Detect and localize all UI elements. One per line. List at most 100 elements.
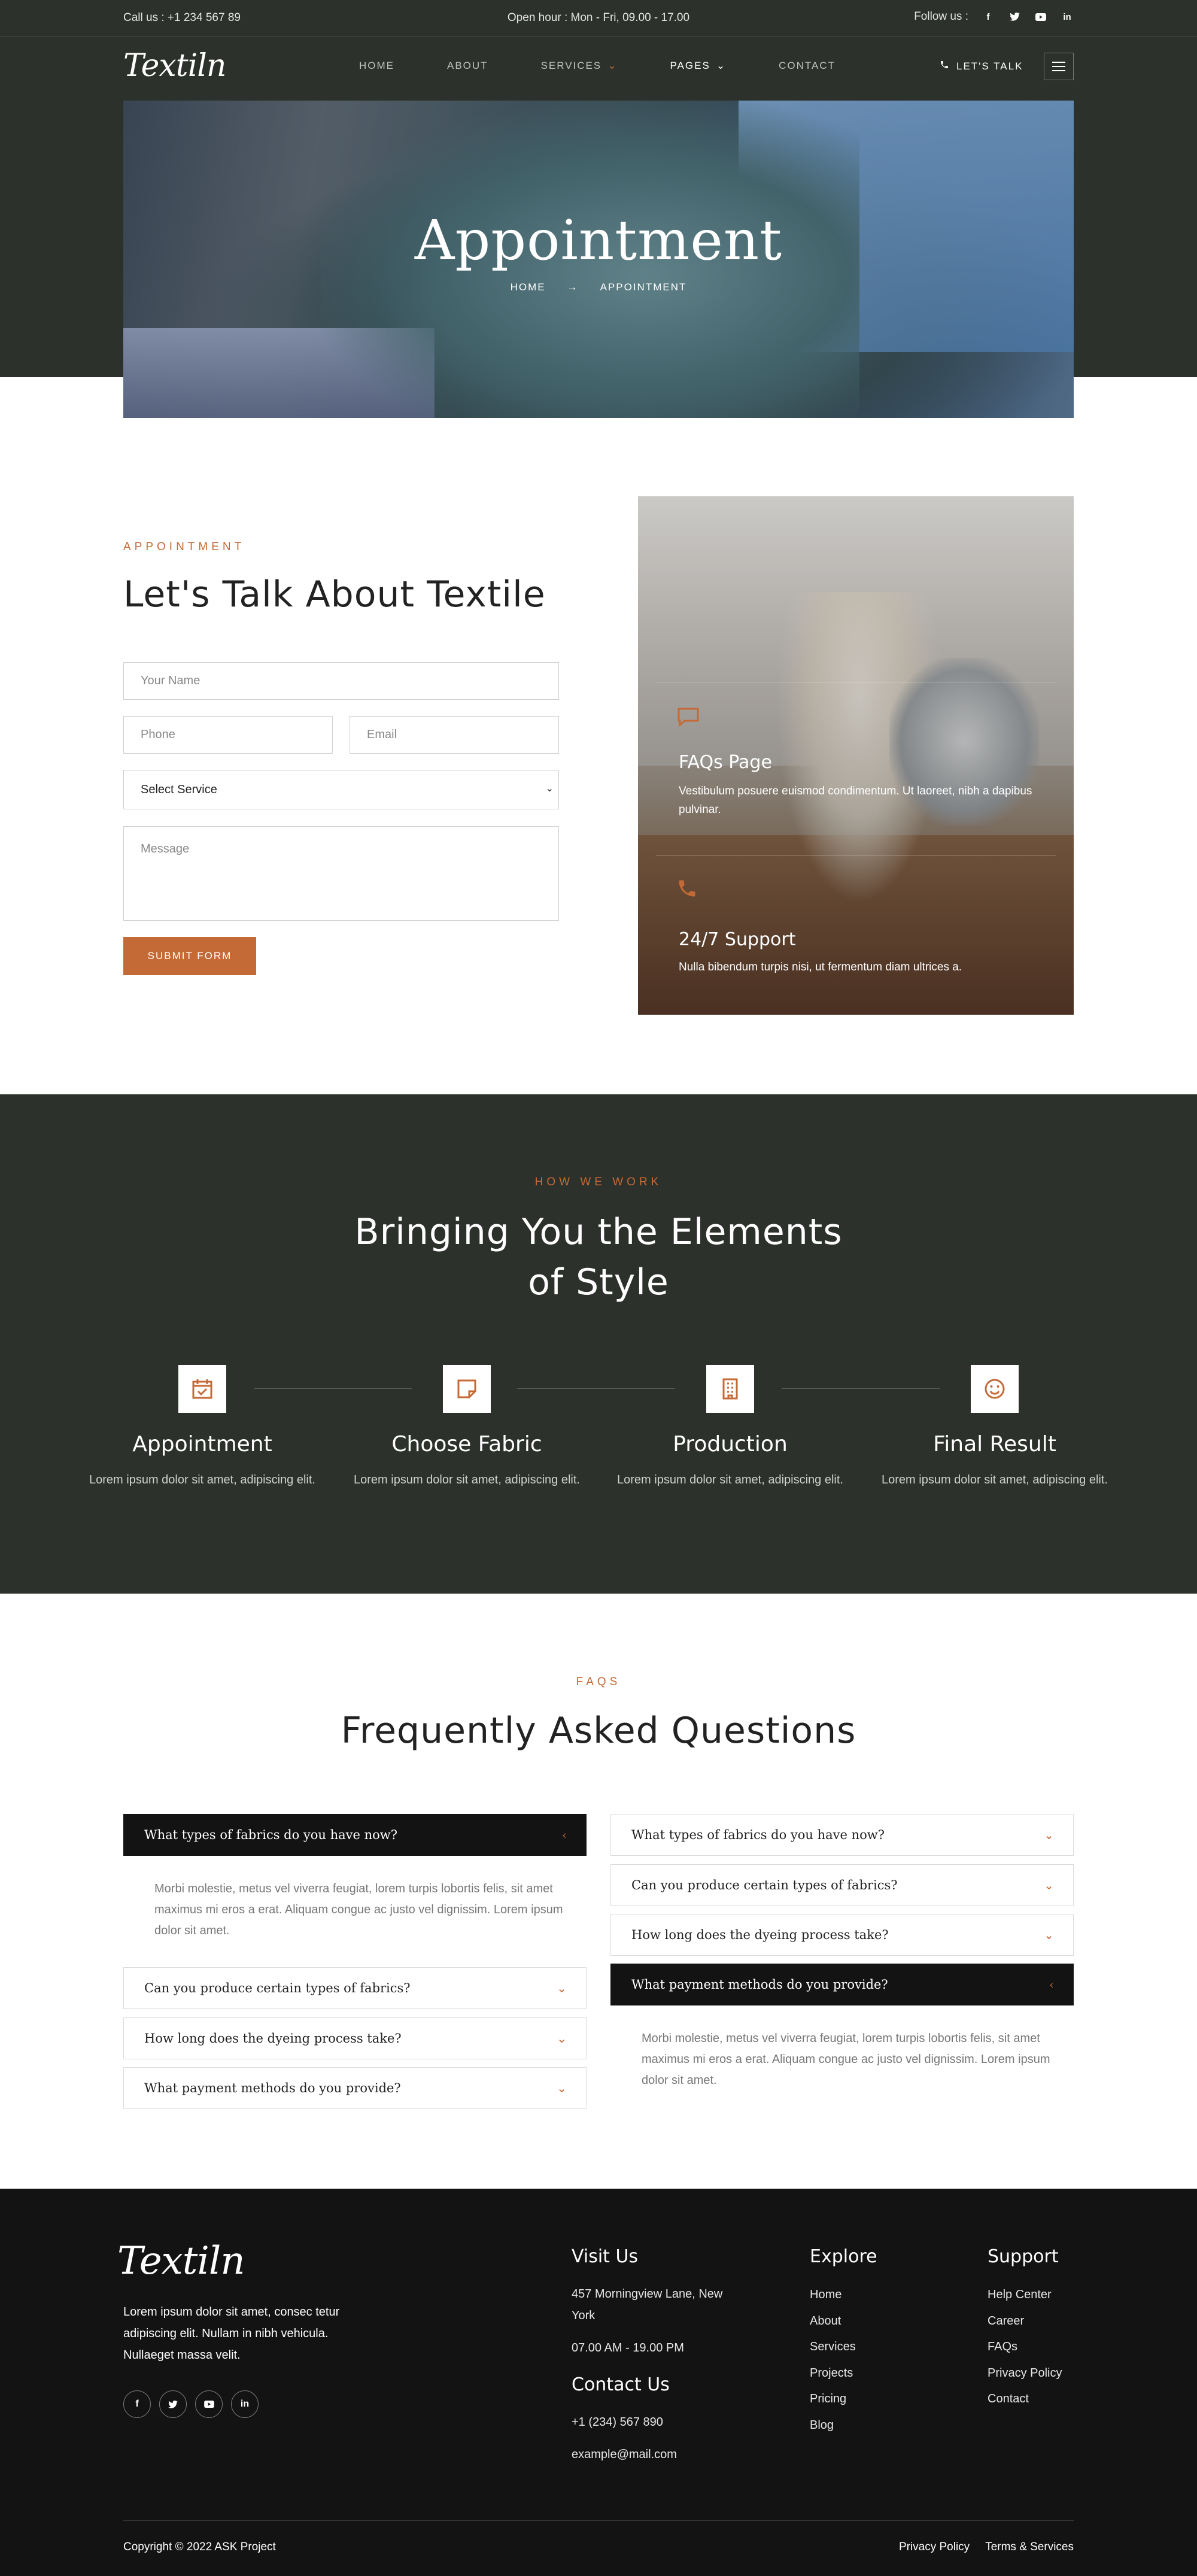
faq-right-question-1[interactable]: What types of fabrics do you have now? ⌄ <box>610 1814 1074 1856</box>
chevron-down-icon: ⌄ <box>1044 1828 1054 1842</box>
footer-social: f in <box>123 2390 259 2418</box>
step-final-result: Final Result Lorem ipsum dolor sit amet,… <box>863 1365 1126 1490</box>
copyright-text: Copyright © 2022 ASK Project <box>123 2541 276 2553</box>
how-kicker: HOW WE WORK <box>534 1176 663 1188</box>
step-choose-fabric: Choose Fabric Lorem ipsum dolor sit amet… <box>335 1365 598 1490</box>
step-text: Lorem ipsum dolor sit amet, adipiscing e… <box>617 1473 843 1486</box>
footer-link-career[interactable]: Career <box>988 2314 1024 2328</box>
faqs-page-title: FAQs Page <box>679 752 772 773</box>
youtube-icon[interactable] <box>1034 10 1047 23</box>
chevron-down-icon: ⌄ <box>607 60 618 71</box>
footer-link-services[interactable]: Services <box>810 2340 856 2354</box>
follow-us: Follow us : f in <box>914 10 1074 23</box>
step-text: Lorem ipsum dolor sit amet, adipiscing e… <box>89 1473 315 1486</box>
submit-form-button[interactable]: SUBMIT FORM <box>123 937 256 975</box>
terms-link[interactable]: Terms & Services <box>985 2541 1074 2554</box>
nav-home[interactable]: HOME <box>359 60 394 72</box>
youtube-icon[interactable] <box>195 2390 223 2418</box>
faq-right-question-4[interactable]: What payment methods do you provide? ‹ <box>610 1964 1074 2005</box>
building-icon <box>706 1365 754 1413</box>
nav-services[interactable]: SERVICES ⌄ <box>541 60 618 72</box>
arrow-right-icon: → <box>567 281 579 293</box>
facebook-icon[interactable]: f <box>123 2390 151 2418</box>
step-title: Final Result <box>933 1432 1056 1457</box>
message-icon <box>676 706 700 732</box>
nav-pages[interactable]: PAGES ⌄ <box>670 60 726 72</box>
phone-icon <box>940 60 949 72</box>
service-select[interactable]: Select Service ⌄ <box>123 770 559 809</box>
footer-link-about[interactable]: About <box>810 2314 841 2328</box>
step-title: Choose Fabric <box>391 1432 542 1457</box>
faqs-kicker: FAQS <box>576 1676 621 1688</box>
footer-description: Lorem ipsum dolor sit amet, consec tetur… <box>123 2305 340 2362</box>
nav-about[interactable]: ABOUT <box>447 60 488 72</box>
smile-icon <box>971 1365 1019 1413</box>
facebook-icon[interactable]: f <box>982 10 995 23</box>
chevron-left-icon: ‹ <box>562 1828 567 1842</box>
footer-link-home[interactable]: Home <box>810 2288 841 2302</box>
seamstress-photo: FAQs Page Vestibulum posuere euismod con… <box>638 496 1074 1015</box>
privacy-policy-link[interactable]: Privacy Policy <box>899 2541 970 2554</box>
faqs-page-text: Vestibulum posuere euismod condimentum. … <box>679 785 1032 816</box>
hamburger-menu-icon[interactable] <box>1044 53 1074 80</box>
footer-divider <box>123 2520 1074 2521</box>
support-title: 24/7 Support <box>679 929 796 950</box>
name-input[interactable]: Your Name <box>123 662 559 700</box>
footer-hours: 07.00 AM - 19.00 PM <box>572 2341 684 2354</box>
footer-logo[interactable]: Textiln <box>117 2239 245 2283</box>
explore-heading: Explore <box>810 2246 877 2267</box>
phone-icon <box>676 878 698 905</box>
support-card[interactable]: 24/7 Support Nulla bibendum turpis nisi,… <box>656 855 1056 997</box>
footer-link-privacy-policy[interactable]: Privacy Policy <box>988 2366 1062 2380</box>
footer-email[interactable]: example@mail.com <box>572 2444 677 2465</box>
step-title: Production <box>673 1432 788 1457</box>
footer-link-contact[interactable]: Contact <box>988 2392 1029 2406</box>
footer-link-pricing[interactable]: Pricing <box>810 2392 846 2406</box>
footer-link-help-center[interactable]: Help Center <box>988 2288 1052 2302</box>
faq-left-question-4[interactable]: What payment methods do you provide? ⌄ <box>123 2067 587 2109</box>
appointment-title: Let's Talk About Textile <box>123 574 546 615</box>
footer-link-faqs[interactable]: FAQs <box>988 2340 1017 2354</box>
twitter-icon[interactable] <box>1008 10 1021 23</box>
message-textarea[interactable]: Message <box>123 826 559 921</box>
faq-right-question-2[interactable]: Can you produce certain types of fabrics… <box>610 1864 1074 1906</box>
faq-right-question-3[interactable]: How long does the dyeing process take? ⌄ <box>610 1914 1074 1956</box>
step-title: Appointment <box>132 1432 272 1457</box>
contact-us-heading: Contact Us <box>572 2374 670 2395</box>
faqs-title: Frequently Asked Questions <box>341 1710 856 1752</box>
faq-left-answer: Morbi molestie, metus vel viverra feugia… <box>154 1882 563 1937</box>
step-text: Lorem ipsum dolor sit amet, adipiscing e… <box>354 1473 580 1486</box>
linkedin-icon[interactable]: in <box>1061 10 1074 23</box>
page-title: Appointment <box>414 208 783 272</box>
visit-us-heading: Visit Us <box>572 2246 639 2267</box>
faq-left-question-3[interactable]: How long does the dyeing process take? ⌄ <box>123 2017 587 2059</box>
faqs-page-card[interactable]: FAQs Page Vestibulum posuere euismod con… <box>656 682 1056 855</box>
step-text: Lorem ipsum dolor sit amet, adipiscing e… <box>882 1473 1108 1486</box>
top-bar: Call us : +1 234 567 89 Open hour : Mon … <box>0 0 1197 37</box>
chevron-down-icon: ⌄ <box>557 2081 567 2095</box>
phone-input[interactable]: Phone <box>123 716 333 754</box>
step-appointment: Appointment Lorem ipsum dolor sit amet, … <box>71 1365 334 1490</box>
how-we-work-section <box>0 1094 1197 1594</box>
footer-address: 457 Morningview Lane, New York <box>572 2287 723 2322</box>
chevron-down-icon: ⌄ <box>1044 1878 1054 1892</box>
faq-left-question-2[interactable]: Can you produce certain types of fabrics… <box>123 1967 587 2009</box>
appointment-kicker: APPOINTMENT <box>123 541 245 553</box>
chevron-down-icon: ⌄ <box>1044 1928 1054 1942</box>
footer-link-projects[interactable]: Projects <box>810 2366 853 2380</box>
calendar-check-icon <box>178 1365 226 1413</box>
nav-contact[interactable]: CONTACT <box>779 60 836 72</box>
chevron-down-icon: ⌄ <box>557 1981 567 1995</box>
breadcrumb: HOME → APPOINTMENT <box>123 281 1074 293</box>
breadcrumb-home[interactable]: HOME <box>511 281 546 293</box>
twitter-icon[interactable] <box>159 2390 187 2418</box>
support-heading: Support <box>988 2246 1059 2267</box>
email-input[interactable]: Email <box>350 716 559 754</box>
site-logo[interactable]: Textiln <box>123 48 226 84</box>
chevron-down-icon: ⌄ <box>557 2031 567 2046</box>
faq-left-question-1[interactable]: What types of fabrics do you have now? ‹ <box>123 1814 587 1856</box>
footer-link-blog[interactable]: Blog <box>810 2419 834 2432</box>
footer-phone[interactable]: +1 (234) 567 890 <box>572 2411 663 2433</box>
lets-talk-link[interactable]: LET'S TALK <box>940 60 1023 72</box>
linkedin-icon[interactable]: in <box>231 2390 259 2418</box>
